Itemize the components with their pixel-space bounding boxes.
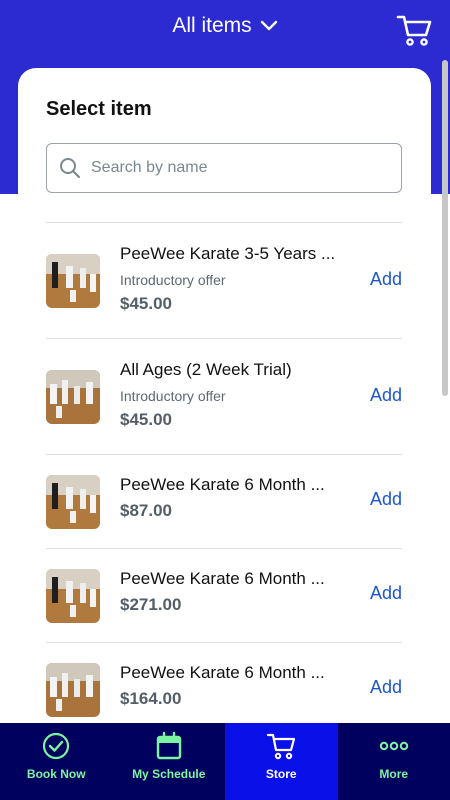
item-name: PeeWee Karate 6 Month ...: [120, 569, 325, 588]
nav-book-now[interactable]: Book Now: [0, 723, 113, 800]
item-list: PeeWee Karate 3-5 Years ... Introductory…: [46, 222, 402, 728]
search-input[interactable]: [91, 159, 371, 177]
add-button[interactable]: Add: [370, 269, 402, 290]
add-button[interactable]: Add: [370, 583, 402, 604]
calendar-icon: [156, 731, 181, 760]
list-item[interactable]: PeeWee Karate 3-5 Years ... Introductory…: [46, 222, 402, 338]
nav-label: Store: [265, 767, 297, 781]
item-price: $45.00: [120, 294, 172, 313]
top-bar: All items: [0, 0, 450, 60]
item-thumbnail: [46, 569, 100, 623]
nav-my-schedule[interactable]: My Schedule: [113, 723, 226, 800]
search-icon: [60, 158, 81, 179]
nav-store[interactable]: Store: [225, 723, 338, 800]
search-box[interactable]: [46, 143, 402, 193]
item-thumbnail: [46, 663, 100, 717]
list-item[interactable]: PeeWee Karate 6 Month ... $271.00 Add: [46, 548, 402, 642]
add-button[interactable]: Add: [370, 489, 402, 510]
item-price: $87.00: [120, 501, 172, 520]
nav-label: My Schedule: [132, 767, 206, 781]
add-button[interactable]: Add: [370, 385, 402, 406]
category-title: All items: [172, 14, 252, 37]
more-dots-icon: [379, 741, 408, 751]
bottom-nav: Book Now My Schedule Store More: [0, 723, 450, 800]
list-item[interactable]: All Ages (2 Week Trial) Introductory off…: [46, 338, 402, 454]
item-name: All Ages (2 Week Trial): [120, 360, 292, 379]
scrollbar[interactable]: [442, 60, 448, 396]
chevron-down-icon: [260, 20, 277, 31]
item-card: Select item PeeWee Karate 3-5 Y: [18, 68, 431, 728]
item-thumbnail: [46, 475, 100, 529]
item-thumbnail: [46, 370, 100, 424]
item-name: PeeWee Karate 3-5 Years ...: [120, 244, 336, 263]
nav-label: More: [379, 767, 409, 781]
nav-label: Book Now: [26, 767, 86, 781]
item-price: $45.00: [120, 410, 172, 429]
item-price: $164.00: [120, 689, 182, 708]
item-name: PeeWee Karate 6 Month ...: [120, 663, 325, 682]
category-selector[interactable]: All items: [0, 14, 450, 38]
item-name: PeeWee Karate 6 Month ...: [120, 475, 325, 494]
item-thumbnail: [46, 254, 100, 308]
cart-icon: [267, 733, 296, 760]
list-item[interactable]: PeeWee Karate 6 Month ... $164.00 Add: [46, 642, 402, 728]
item-subtitle: Introductory offer: [120, 388, 226, 404]
card-title: Select item: [46, 98, 152, 120]
item-price: $271.00: [120, 595, 182, 614]
check-circle-icon: [43, 732, 70, 760]
nav-more[interactable]: More: [338, 723, 450, 800]
item-subtitle: Introductory offer: [120, 272, 226, 288]
cart-icon[interactable]: [396, 13, 432, 47]
add-button[interactable]: Add: [370, 677, 402, 698]
list-item[interactable]: PeeWee Karate 6 Month ... $87.00 Add: [46, 454, 402, 548]
